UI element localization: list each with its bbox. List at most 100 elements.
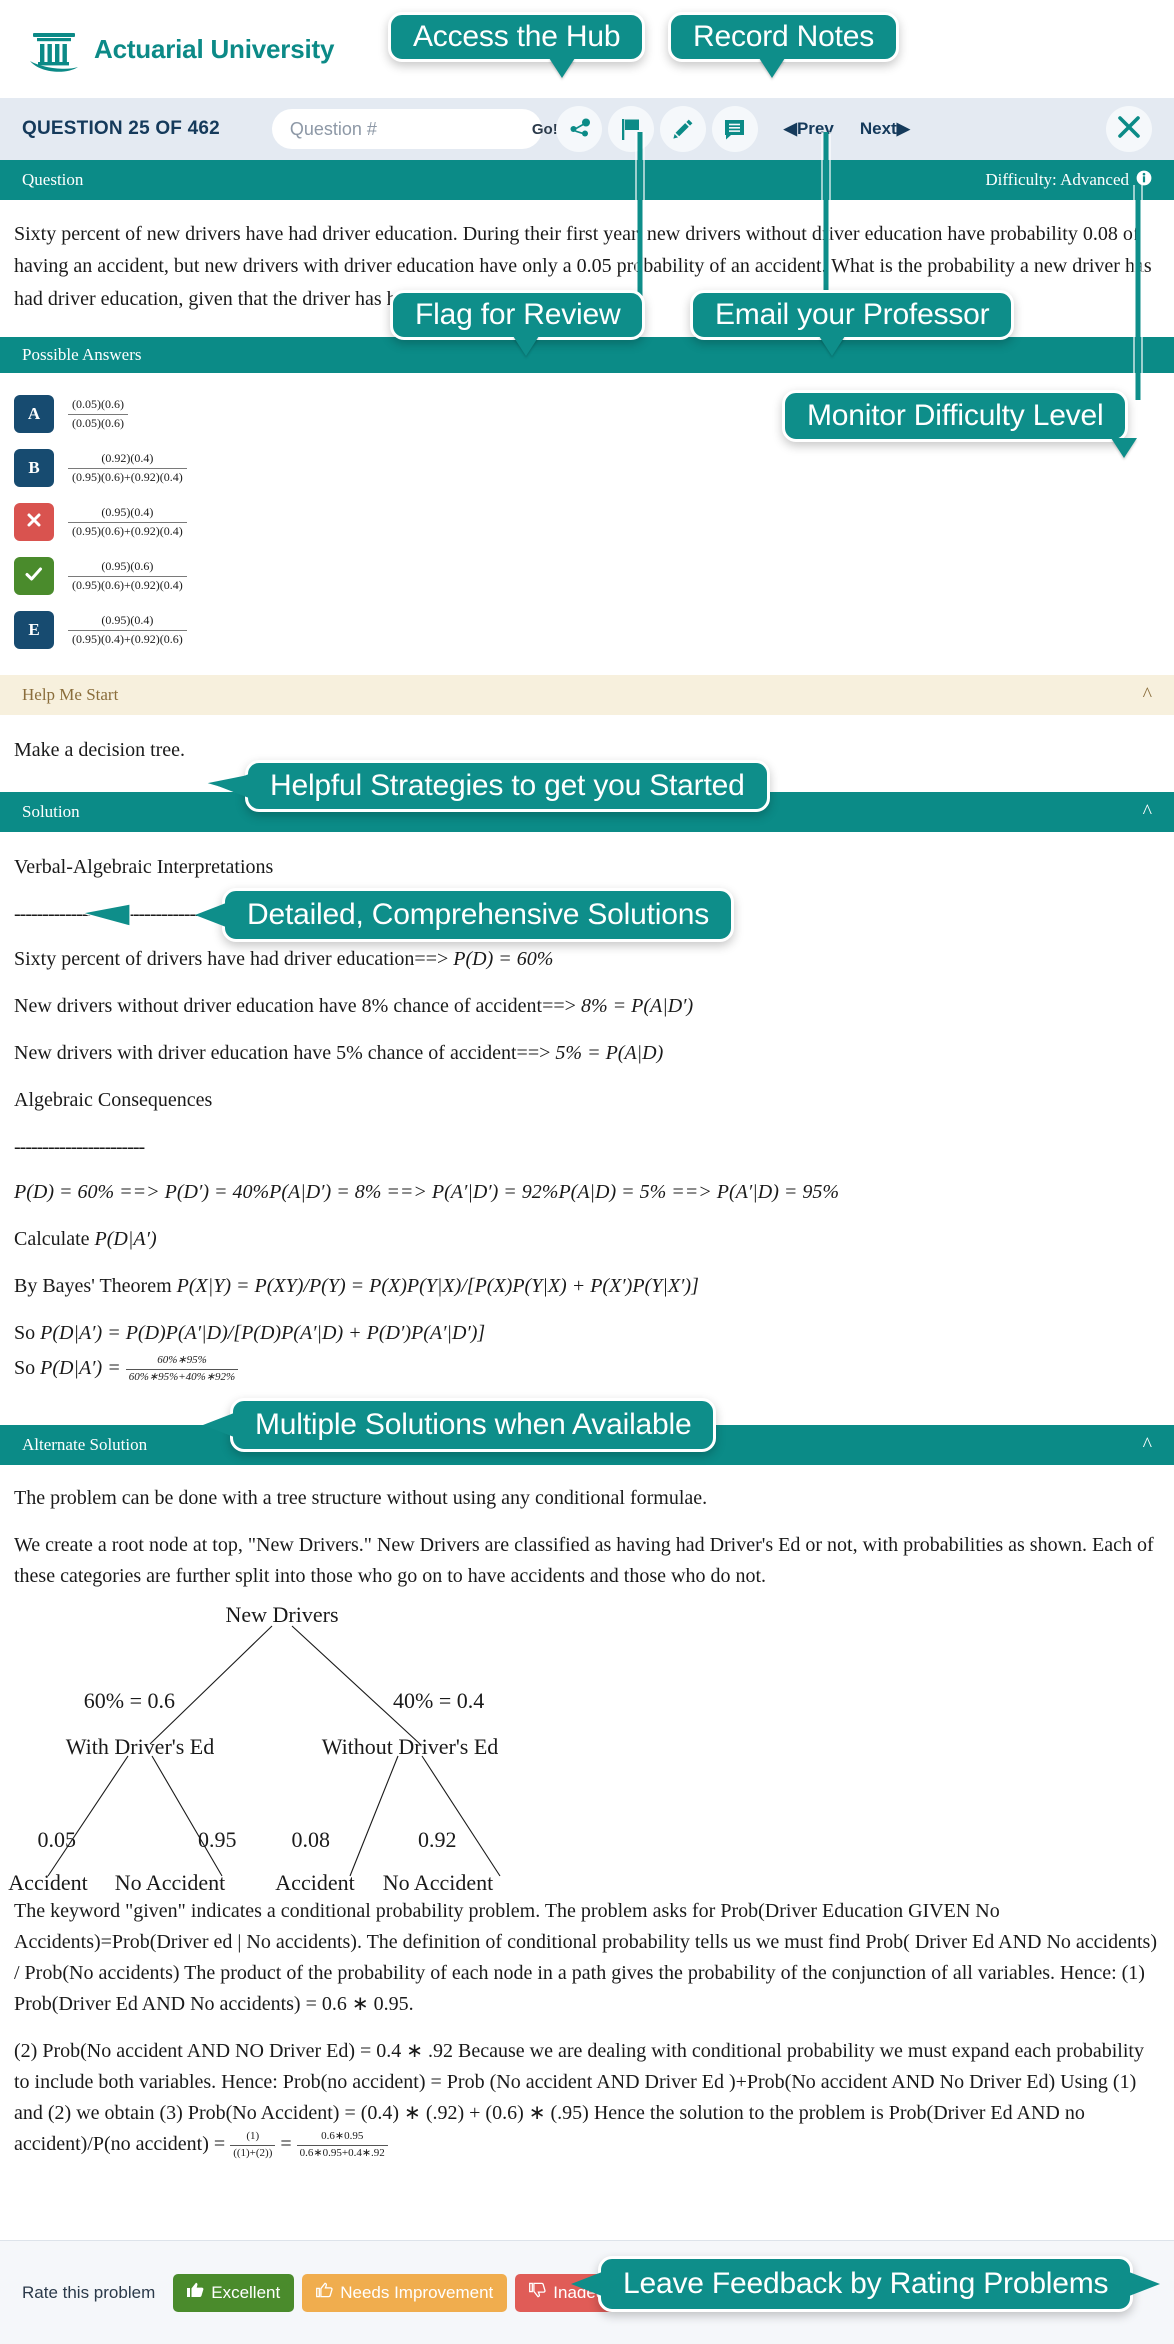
tree-edge-label-noaccident-ed: 0.95 [198, 1827, 237, 1852]
callout-record-notes-label: Record Notes [693, 20, 875, 53]
rate-excellent-button[interactable]: Excellent [173, 2273, 295, 2312]
answer-option-correct[interactable]: (0.95)(0.6) (0.95)(0.6)+(0.92)(0.4) [0, 549, 1174, 603]
alternate-para-1: The problem can be done with a tree stru… [14, 1486, 708, 1509]
answer-option[interactable]: B (0.92)(0.4) (0.95)(0.6)+(0.92)(0.4) [0, 441, 1174, 495]
difficulty-label: Difficulty: Advanced [985, 170, 1129, 189]
answer-option-selected-wrong[interactable]: (0.95)(0.4) (0.95)(0.6)+(0.92)(0.4) [0, 495, 1174, 549]
callout-help-strategies-label: Helpful Strategies to get you Started [270, 769, 745, 802]
info-icon[interactable] [1136, 170, 1152, 191]
question-search[interactable]: Go! [271, 109, 558, 149]
solution-line-10-fraction: 60%∗95% 60%∗95%+40%∗92% [125, 1354, 239, 1385]
triangle-right-icon: ▶ [896, 119, 910, 138]
solution-line-10: So P(D|A′) = 60%∗95% 60%∗95%+40%∗92% [14, 1353, 1160, 1385]
university-column-icon [28, 23, 80, 75]
answer-tag-a[interactable]: A [14, 395, 54, 434]
alternate-para-4: (2) Prob(No accident AND NO Driver Ed) =… [14, 2036, 1160, 2161]
next-label: Next [859, 119, 897, 138]
tree-edge-label-right: 40% = 0.4 [393, 1688, 484, 1713]
alternate-para-3: The keyword "given" indicates a conditio… [14, 1899, 1157, 2015]
fraction-numerator: 60%∗95% [157, 1354, 207, 1367]
answers-section-header: Possible Answers [0, 337, 1174, 374]
tree-leaf-noaccident-ed: No Accident [115, 1870, 226, 1894]
alternate-para-2: We create a root node at top, "New Drive… [14, 1533, 1154, 1587]
callout-access-hub-label: Access the Hub [413, 20, 621, 53]
close-icon [1115, 113, 1143, 146]
chevron-up-icon[interactable]: ^ [1143, 802, 1152, 822]
solution-line-5: Algebraic Consequences [14, 1089, 213, 1112]
callout-tail-icon [549, 58, 575, 78]
solution-header-label: Solution [22, 802, 80, 822]
solution-line-10-text: So [14, 1357, 41, 1380]
chevron-up-icon[interactable]: ^ [1143, 1435, 1152, 1455]
solution-line-10-math: P(D|A′) = [40, 1357, 126, 1380]
solution-line-7-text: Calculate [14, 1228, 95, 1251]
tree-node-without-ed: Without Driver's Ed [322, 1734, 499, 1759]
solution-line-8-math: P(X|Y) = P(XY)/P(Y) = P(X)P(Y|X)/[P(X)P(… [176, 1275, 699, 1298]
thumbs-up-icon [187, 2282, 204, 2303]
prev-button[interactable]: ◀Prev [784, 119, 834, 139]
alternate-body-continued: The keyword "given" indicates a conditio… [0, 1896, 1174, 2181]
message-icon [723, 118, 746, 141]
answer-denominator: (0.95)(0.6)+(0.92)(0.4) [68, 467, 187, 485]
search-input[interactable] [287, 117, 524, 141]
triangle-left-icon: ◀ [783, 119, 797, 138]
flag-button[interactable] [607, 106, 654, 152]
hub-button[interactable] [555, 106, 602, 152]
x-mark-icon [25, 511, 43, 534]
callout-multiple-solutions: Multiple Solutions when Available [203, 1398, 717, 1452]
help-section-header[interactable]: Help Me Start ^ [0, 675, 1174, 716]
alternate-fraction-2: 0.6∗0.95 0.6∗0.95+0.4∗.92 [296, 2130, 388, 2161]
question-nav: ◀Prev Next▶ [784, 119, 910, 139]
question-counter: QUESTION 25 OF 462 [22, 118, 220, 139]
close-button[interactable] [1106, 106, 1152, 152]
go-button[interactable]: Go! [524, 121, 558, 138]
callout-tail-icon [819, 336, 845, 356]
tree-leaf-accident-noed: Accident [275, 1870, 354, 1894]
solution-line-3-text: New drivers without driver education hav… [14, 995, 581, 1018]
answer-tag-e[interactable]: E [14, 611, 54, 650]
callout-leave-feedback-label: Leave Feedback by Rating Problems [623, 2267, 1109, 2300]
answer-numerator: (0.05)(0.6) [72, 397, 124, 412]
tree-edge-label-left: 60% = 0.6 [84, 1688, 175, 1713]
toolbar-icon-group [555, 106, 758, 152]
alternate-header-label: Alternate Solution [22, 1434, 148, 1454]
brand-name: Actuarial University [94, 33, 335, 64]
fraction-numerator: (1) [246, 2129, 260, 2142]
next-button[interactable]: Next▶ [860, 119, 910, 139]
solution-rule-2: ----------------------- [14, 1136, 145, 1159]
solution-line-1: Verbal-Algebraic Interpretations [14, 856, 274, 879]
callout-flag-review: Flag for Review [390, 290, 646, 356]
answer-formula: (0.05)(0.6) (0.05)(0.6) [68, 397, 128, 431]
answer-option[interactable]: E (0.95)(0.4) (0.95)(0.4)+(0.92)(0.6) [0, 603, 1174, 657]
answer-numerator: (0.95)(0.4) [101, 613, 154, 628]
answer-denominator: (0.95)(0.4)+(0.92)(0.6) [68, 629, 187, 647]
answer-tag-label: A [27, 404, 41, 424]
tree-leaf-accident-ed: Accident [8, 1870, 87, 1894]
answer-formula: (0.95)(0.4) (0.95)(0.4)+(0.92)(0.6) [68, 613, 187, 647]
callout-record-notes: Record Notes [668, 12, 900, 78]
fraction-denominator: ((1)+(2)) [230, 2144, 276, 2161]
tree-node-with-ed: With Driver's Ed [66, 1734, 215, 1759]
notes-button[interactable] [659, 106, 706, 152]
difficulty-badge[interactable]: Difficulty: Advanced [985, 170, 1152, 191]
answer-formula: (0.92)(0.4) (0.95)(0.6)+(0.92)(0.4) [68, 451, 187, 485]
alternate-fraction-1: (1) ((1)+(2)) [230, 2129, 276, 2161]
callout-detailed-solutions: Detailed, Comprehensive Solutions [195, 888, 734, 942]
answer-denominator: (0.05)(0.6) [68, 413, 128, 431]
answer-tag-d-correct[interactable] [14, 557, 54, 596]
answer-tag-c-incorrect[interactable] [14, 503, 54, 542]
tree-edge-label-noaccident-noed: 0.92 [418, 1827, 457, 1852]
answer-tag-b[interactable]: B [14, 449, 54, 488]
solution-line-3-math: 8% = P(A|D′) [580, 995, 694, 1018]
solution-line-4: New drivers with driver education have 5… [14, 1038, 1160, 1069]
tree-svg: New Drivers 60% = 0.6 40% = 0.4 With Dri… [8, 1604, 501, 1894]
question-section-header[interactable]: Question Difficulty: Advanced [0, 160, 1174, 200]
answer-formula: (0.95)(0.6) (0.95)(0.6)+(0.92)(0.4) [68, 559, 187, 593]
tree-edge-label-accident-ed: 0.05 [38, 1827, 77, 1852]
solution-line-8: By Bayes' Theorem P(X|Y) = P(XY)/P(Y) = … [14, 1271, 1160, 1302]
chevron-up-icon[interactable]: ^ [1143, 685, 1152, 705]
message-button[interactable] [711, 106, 758, 152]
callout-email-professor-label: Email your Professor [715, 298, 990, 331]
callout-tail-right-icon [1129, 2272, 1161, 2296]
rate-needs-improvement-button[interactable]: Needs Improvement [302, 2273, 508, 2312]
